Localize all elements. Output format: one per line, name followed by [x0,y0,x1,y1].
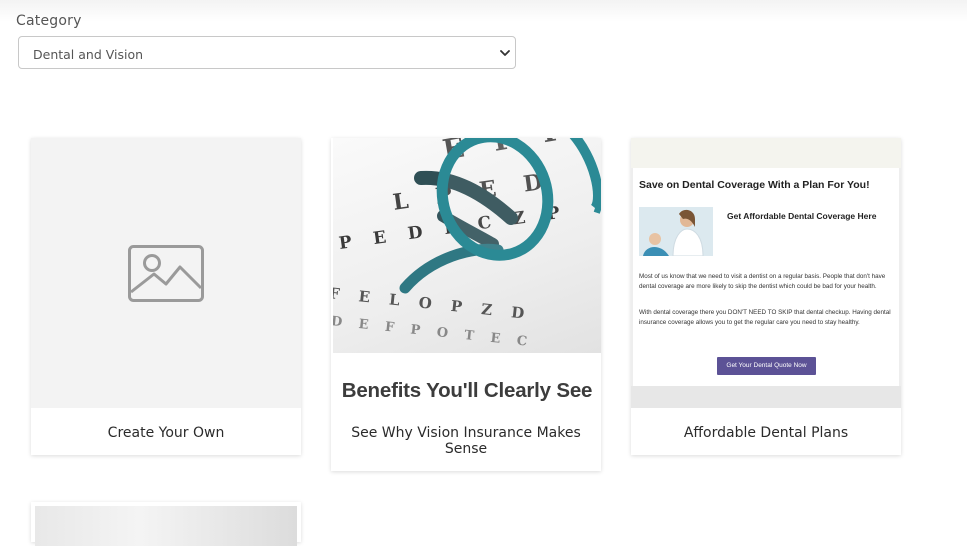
thumbnail-banner-text: Benefits You'll Clearly See [341,379,593,402]
email-cta-button: Get Your Dental Quote Now [717,357,816,375]
template-card-create-your-own[interactable]: Create Your Own [31,138,301,455]
email-footer-band [631,386,901,408]
email-title: Save on Dental Coverage With a Plan For … [639,179,870,191]
template-card-vision-insurance[interactable]: E F P L P E D P E D F C Z P F E L O P Z … [331,138,601,471]
category-select[interactable]: Dental and Vision [18,36,516,69]
top-shade [0,0,967,22]
template-thumbnail [31,138,301,408]
template-card-partial[interactable] [31,502,301,546]
email-preview: Save on Dental Coverage With a Plan For … [633,168,899,386]
template-thumbnail: E F P L P E D P E D F C Z P F E L O P Z … [331,138,601,408]
chevron-down-icon [500,50,510,56]
category-label: Category [16,13,82,29]
template-caption: Create Your Own [107,425,225,441]
category-select-value: Dental and Vision [33,47,144,62]
eye-chart-image: E F P L P E D P E D F C Z P F E L O P Z … [333,138,601,353]
template-caption: Affordable Dental Plans [683,425,849,441]
template-thumbnail: Save on Dental Coverage With a Plan For … [631,138,901,408]
template-caption: See Why Vision Insurance Makes Sense [351,425,581,457]
email-subtitle: Get Affordable Dental Coverage Here [727,211,877,221]
template-thumbnail [35,506,297,546]
image-placeholder-icon [128,245,204,302]
eyeglasses-image [399,138,601,294]
email-paragraph: Most of us know that we need to visit a … [639,273,886,290]
template-card-dental-plans[interactable]: Save on Dental Coverage With a Plan For … [631,138,901,455]
dentist-photo [639,207,713,256]
email-header-band [631,138,901,168]
email-paragraph: With dental coverage there you DON'T NEE… [639,309,891,326]
